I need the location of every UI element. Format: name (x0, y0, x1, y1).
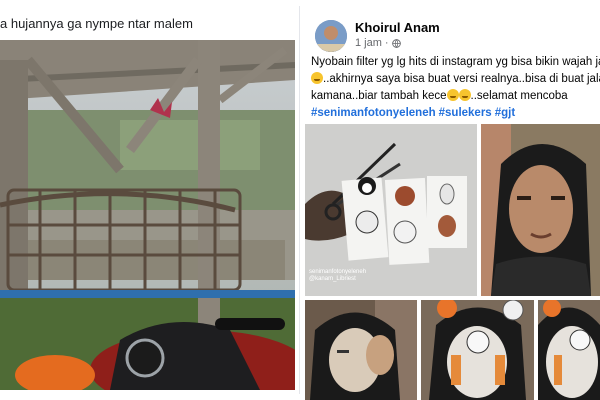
hashtag-link[interactable]: #sulekers (439, 107, 492, 119)
post-time[interactable]: 1 jam (355, 37, 382, 49)
post-caption: a hujannya ga nympe ntar malem (0, 16, 193, 31)
hashtag-link[interactable]: #gjt (495, 107, 515, 119)
post-text-segment: kamana..biar tambah kece (311, 90, 447, 102)
grinning-face-icon (311, 72, 323, 84)
photo-paper-stickers[interactable]: senimanfotonyeleneh @kanam_Libriest (305, 124, 477, 296)
panel-divider (295, 0, 305, 400)
post-text-segment: ..akhirnya saya bisa buat versi realnya.… (323, 73, 600, 85)
meta-separator: · (384, 37, 389, 49)
photo-face-cream[interactable] (305, 300, 417, 400)
globe-icon (391, 38, 401, 48)
post-photo-rainy-porch[interactable] (0, 40, 295, 390)
photo-face-stickers[interactable] (421, 300, 534, 400)
post-text-segment: ..selamat mencoba (470, 90, 568, 102)
right-post: Khoirul Anam 1 jam · Nyobain filter yg l… (305, 0, 600, 400)
hashtag-link[interactable]: #senimanfotonyeleneh (311, 107, 436, 119)
photo-watermark: senimanfotonyeleneh @kanam_Libriest (309, 269, 367, 282)
hashtag-line: #senimanfotonyeleneh #sulekers #gjt (311, 105, 600, 122)
grinning-face-icon (446, 89, 459, 101)
grinning-face-icon (458, 89, 471, 101)
photo-face-stickers-2[interactable] (538, 300, 600, 400)
author-name[interactable]: Khoirul Anam (355, 20, 440, 35)
left-post: a hujannya ga nympe ntar malem (0, 0, 295, 400)
post-text-line: kamana..biar tambah kece ..selamat mencob… (311, 88, 600, 105)
author-avatar[interactable] (315, 20, 347, 52)
post-photo-grid: senimanfotonyeleneh @kanam_Libriest (305, 124, 600, 400)
photo-selfie[interactable] (481, 124, 600, 296)
post-text: Nyobain filter yg lg hits di instagram y… (311, 54, 600, 122)
post-text-line: ..akhirnya saya bisa buat versi realnya.… (311, 71, 600, 88)
post-meta: 1 jam · (355, 37, 401, 49)
post-text-line: Nyobain filter yg lg hits di instagram y… (311, 56, 600, 68)
